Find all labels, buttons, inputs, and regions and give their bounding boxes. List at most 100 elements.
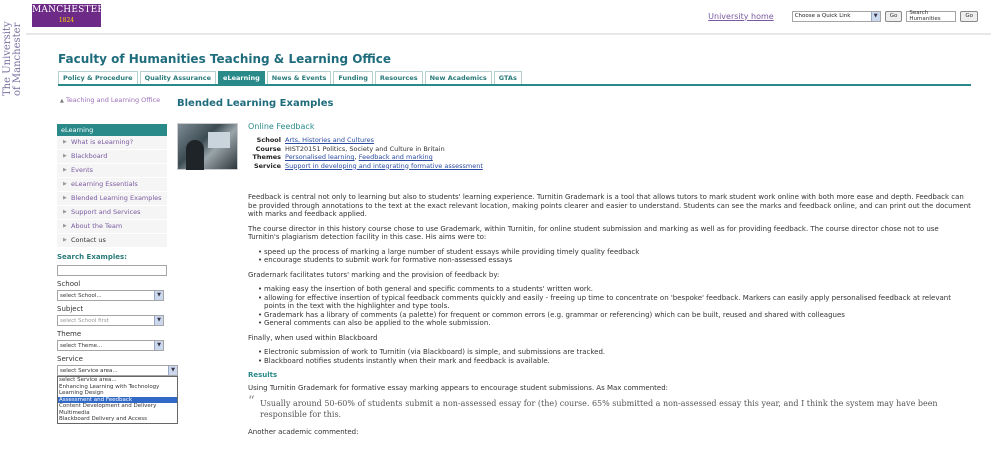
quote-text: Usually around 50-60% of students submit… xyxy=(260,399,938,419)
search-humanities-input[interactable]: Search Humanities xyxy=(906,10,957,22)
subject-select[interactable]: select School first ▼ xyxy=(57,315,164,326)
results-heading: Results xyxy=(248,371,278,379)
service-select[interactable]: select Service area... ▼ xyxy=(57,365,178,376)
list-item: encourage students to submit work for fo… xyxy=(258,256,972,265)
meta-course-value: HIST20151 Politics, Society and Culture … xyxy=(285,144,445,153)
quick-link-select[interactable]: Choose a Quick Link ▼ xyxy=(791,10,881,22)
tab-quality-assurance[interactable]: Quality Assurance xyxy=(139,71,217,84)
search-examples-input[interactable] xyxy=(57,265,167,276)
features-list: making easy the insertion of both genera… xyxy=(248,285,972,328)
tab-new-academics[interactable]: New Academics xyxy=(424,71,492,84)
sidebar-item-label: Contact us xyxy=(71,236,106,244)
tabs-underline xyxy=(58,84,971,86)
list-item: speed up the process of marking a large … xyxy=(258,248,972,257)
theme-label: Theme xyxy=(57,330,82,338)
service-dropdown-list[interactable]: select Service area... Enhancing Learnin… xyxy=(57,376,178,424)
meta-theme-link-2[interactable]: Feedback and marking xyxy=(359,153,433,162)
manchester-logo[interactable]: MANCHESTER 1824 xyxy=(32,4,105,27)
sidebar-item-events[interactable]: ▶ Events xyxy=(57,164,167,178)
header-divider xyxy=(26,33,991,35)
chevron-down-icon: ▼ xyxy=(154,316,163,325)
sidebar-item-label: About the Team xyxy=(71,222,123,230)
sidebar-item-label: Blended Learning Examples xyxy=(71,194,162,202)
arrow-right-icon: ▶ xyxy=(63,209,67,215)
meta-school-key: School xyxy=(256,136,281,144)
blockquote: “ Usually around 50-60% of students subm… xyxy=(248,394,948,420)
school-label: School xyxy=(57,280,81,288)
logo-year: 1824 xyxy=(58,17,75,24)
school-select[interactable]: select School... ▼ xyxy=(57,290,164,301)
university-home-link[interactable]: University home xyxy=(708,12,774,21)
theme-select[interactable]: select Theme... ▼ xyxy=(57,340,164,351)
arrow-right-icon: ▶ xyxy=(63,181,67,187)
paragraph: Gradernark facilitates tutors' marking a… xyxy=(248,270,500,279)
tab-elearning[interactable]: eLearning xyxy=(218,71,265,84)
paragraph: Finally, when used within Blackboard xyxy=(248,333,378,342)
service-option[interactable]: Blackboard Delivery and Access xyxy=(58,416,177,423)
tab-news-events[interactable]: News & Events xyxy=(266,71,332,84)
paragraph: Using Turnitin Grademark for formative e… xyxy=(248,383,669,392)
subject-label: Subject xyxy=(57,305,84,313)
chevron-down-icon: ▼ xyxy=(154,291,163,300)
main-tabs: Policy & Procedure Quality Assurance eLe… xyxy=(58,71,522,84)
arrow-right-icon: ▶ xyxy=(63,195,67,201)
tab-policy-procedure[interactable]: Policy & Procedure xyxy=(58,71,138,84)
sidebar-home-link[interactable]: ▲ Teaching and Learning Office xyxy=(57,96,167,120)
sidebar-item-elearning-essentials[interactable]: ▶ eLearning Essentials xyxy=(57,178,167,192)
photo-monitor xyxy=(208,132,230,148)
list-item: making easy the insertion of both genera… xyxy=(258,285,972,294)
sidebar-item-support-services[interactable]: ▶ Support and Services xyxy=(57,206,167,220)
meta-course-key: Course xyxy=(255,144,281,153)
example-photo xyxy=(177,123,238,170)
list-item: Electronic submission of work to Turniti… xyxy=(258,348,972,357)
arrow-right-icon: ▶ xyxy=(63,237,67,243)
sidebar-item-what-is-elearning[interactable]: ▶ What is eLearning? xyxy=(57,136,167,150)
paragraph: The course director in this history cour… xyxy=(248,224,939,242)
example-title: Online Feedback xyxy=(248,122,315,131)
sidebar-item-about-team[interactable]: ▶ About the Team xyxy=(57,220,167,234)
subject-select-value: select School first xyxy=(60,317,109,324)
chevron-down-icon: ▼ xyxy=(870,11,880,21)
tab-funding[interactable]: Funding xyxy=(333,71,373,84)
sidebar: ▲ Teaching and Learning Office eLearning… xyxy=(57,96,178,424)
blackboard-list: Electronic submission of work to Turniti… xyxy=(248,348,972,365)
article-body: Feedback is central not only to learning… xyxy=(248,193,972,443)
arrow-right-icon: ▶ xyxy=(63,139,67,145)
sidebar-item-contact-us[interactable]: ▶ Contact us xyxy=(57,234,167,248)
triangle-up-icon: ▲ xyxy=(60,98,64,104)
sidebar-item-blackboard[interactable]: ▶ Blackboard xyxy=(57,150,167,164)
search-go-button[interactable]: Go xyxy=(960,10,978,22)
list-item: Grademark has a library of comments (a p… xyxy=(258,311,972,320)
meta-themes-key: Themes xyxy=(252,153,281,161)
main-content: Blended Learning Examples Online Feedbac… xyxy=(177,98,972,436)
quote-mark-icon: “ xyxy=(248,394,255,409)
search-examples-heading: Search Examples: xyxy=(57,253,127,261)
quick-link-go-button[interactable]: Go xyxy=(884,10,903,22)
theme-select-value: select Theme... xyxy=(60,342,103,349)
section-page-title: Blended Learning Examples xyxy=(177,98,334,109)
arrow-right-icon: ▶ xyxy=(63,167,67,173)
service-select-value: select Service area... xyxy=(60,367,118,374)
sidebar-section-header[interactable]: eLearning xyxy=(57,124,167,136)
sidebar-item-label: Events xyxy=(71,166,94,174)
tab-resources[interactable]: Resources xyxy=(374,71,423,84)
meta-service-key: Service xyxy=(253,161,281,170)
logo-text: MANCHESTER xyxy=(32,5,105,15)
tab-gtas[interactable]: GTAs xyxy=(493,71,522,84)
meta-theme-link-1[interactable]: Personalised learning xyxy=(285,153,355,162)
header-tools: University home Choose a Quick Link ▼ Go… xyxy=(708,9,978,23)
example-meta: School Arts, Histories and Cultures Cours… xyxy=(248,136,483,171)
sidebar-item-label: Blackboard xyxy=(71,152,108,160)
meta-school-link[interactable]: Arts, Histories and Cultures xyxy=(285,136,374,145)
university-side-wordmark: The University of Manchester xyxy=(0,0,26,471)
quick-link-value: Choose a Quick Link xyxy=(794,13,851,19)
chevron-down-icon: ▼ xyxy=(154,341,163,350)
paragraph: Another academic commented: xyxy=(248,428,359,436)
list-item: General comments can also be applied to … xyxy=(258,319,972,328)
service-label: Service xyxy=(57,355,83,363)
sidebar-home-label: Teaching and Learning Office xyxy=(65,96,161,104)
sidebar-item-blended-learning-examples[interactable]: ▶ Blended Learning Examples xyxy=(57,192,167,206)
meta-service-link[interactable]: Support in developing and integrating fo… xyxy=(285,162,483,171)
sidebar-item-label: What is eLearning? xyxy=(71,138,134,146)
aims-list: speed up the process of marking a large … xyxy=(248,248,972,265)
